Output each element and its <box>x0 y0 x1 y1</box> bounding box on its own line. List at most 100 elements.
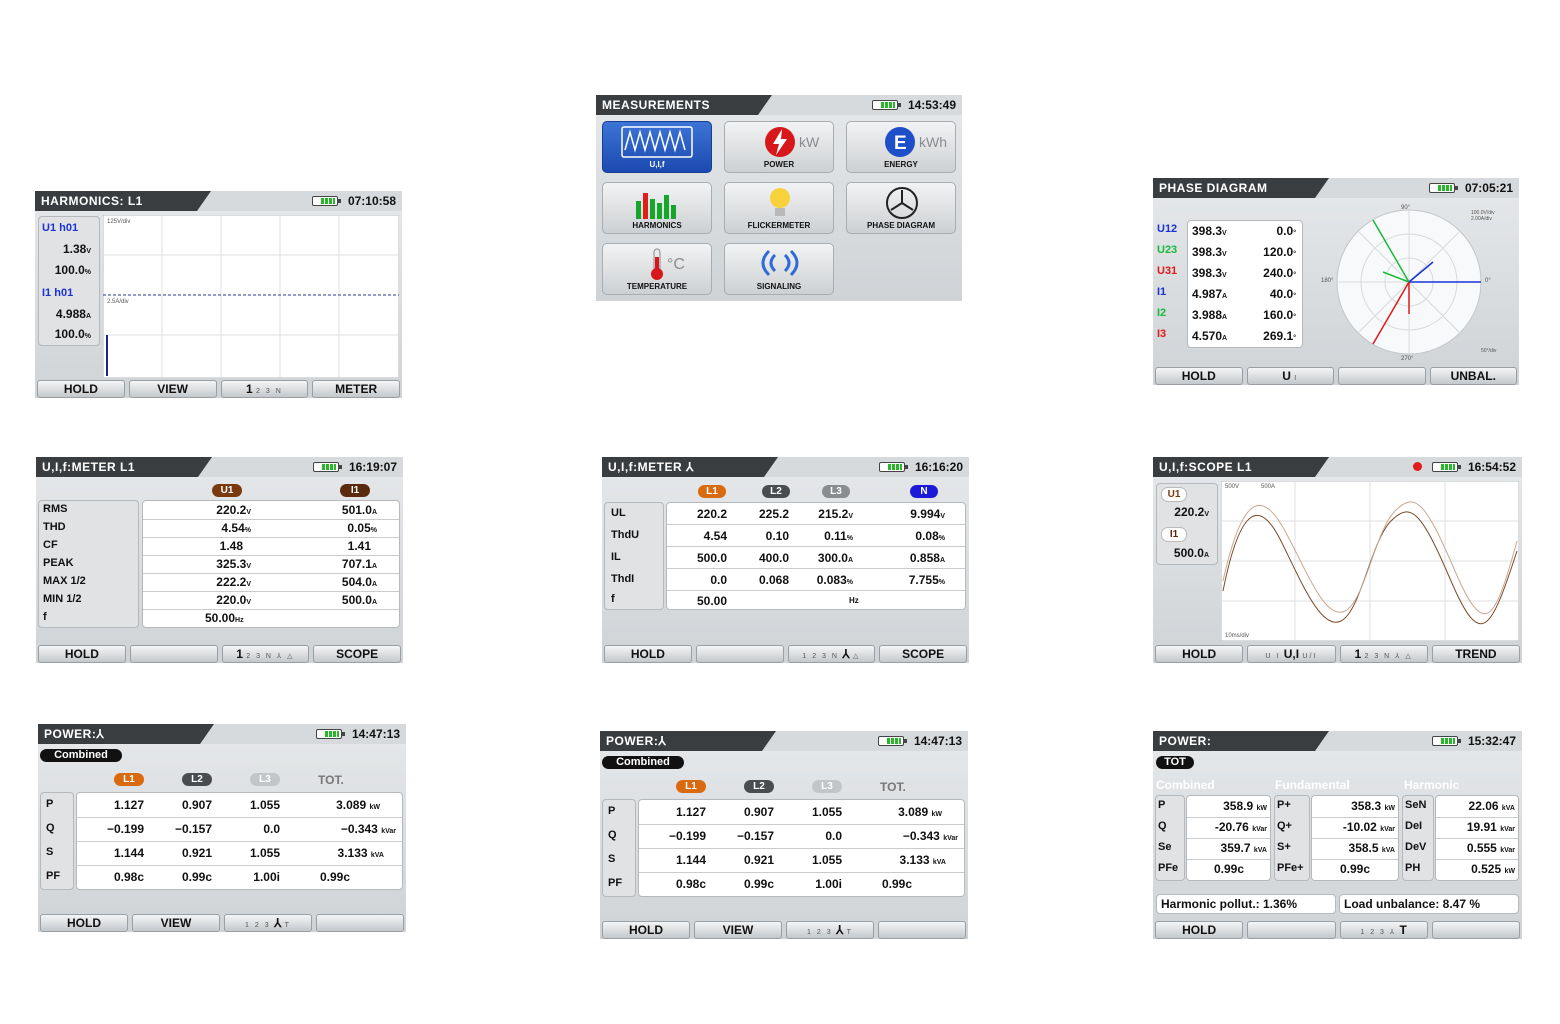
battery-icon <box>1432 462 1461 472</box>
empty-button[interactable] <box>1247 921 1336 939</box>
values-panel: 220.2 225.2 215.2V 9.994V 4.54 0.10 0.11… <box>666 502 966 610</box>
phase-select-button[interactable]: 1 2 3 ⅄ T <box>786 921 874 939</box>
empty-button[interactable] <box>695 645 784 663</box>
svg-text:E: E <box>894 133 907 154</box>
tile-flickermeter[interactable]: FLICKERMETER <box>724 182 834 234</box>
i-value: 500.0A <box>1173 546 1209 560</box>
phase-row-name: I2 <box>1157 307 1167 319</box>
tile-temperature[interactable]: °C TEMPERATURE <box>602 243 712 295</box>
tile-uif[interactable]: U,I,f <box>602 121 712 173</box>
empty-button[interactable] <box>878 921 966 939</box>
l3-value: 215.2V <box>818 507 853 521</box>
phase-select-button[interactable]: 1 2 3 N <box>220 380 309 398</box>
hold-button[interactable]: HOLD <box>38 645 126 663</box>
row-name: Se <box>1158 841 1172 853</box>
phase-select-button[interactable]: 1 2 3 N ⅄ △ <box>1339 645 1428 663</box>
phase-value: 398.3V <box>1192 245 1227 259</box>
row-name: P <box>46 798 54 810</box>
hold-button[interactable]: HOLD <box>1155 645 1244 663</box>
tile-harmonics[interactable]: HARMONICS <box>602 182 712 234</box>
tile-phase-diagram[interactable]: PHASE DIAGRAM <box>846 182 956 234</box>
tile-signaling[interactable]: SIGNALING <box>724 243 834 295</box>
header-bar: U,I,f:METER ⅄ 16:16:20 <box>602 457 969 477</box>
n-value: 0.08% <box>915 529 945 543</box>
harmonics-bars-icon <box>636 193 676 219</box>
empty-button[interactable] <box>1338 367 1426 385</box>
i-harmonic-value: 4.988A <box>55 307 91 321</box>
phase-select-button[interactable]: 1 2 3 ⅄ T <box>224 914 312 932</box>
phase-select-button[interactable]: 1 2 3 ⅄ T <box>1339 921 1428 939</box>
meter-3phase-screen: U,I,f:METER ⅄ 16:16:20 L1 L2 L3 N UL Thd… <box>602 457 969 663</box>
hold-button[interactable]: HOLD <box>1155 367 1243 385</box>
phase-select-button[interactable]: 1 2 3 N ⅄ △ <box>787 645 876 663</box>
trend-button[interactable]: TREND <box>1431 645 1520 663</box>
i-value: 0.05% <box>347 521 377 535</box>
empty-button[interactable] <box>316 914 404 932</box>
l3-value: 0.0 <box>263 822 280 836</box>
row-name: PFe <box>1158 862 1179 874</box>
header-bar: MEASUREMENTS 14:53:49 <box>596 95 962 115</box>
scope-button[interactable]: SCOPE <box>313 645 401 663</box>
phase-angle: 160.0° <box>1263 308 1296 322</box>
record-indicator-icon <box>1413 462 1422 471</box>
hold-button[interactable]: HOLD <box>604 645 692 663</box>
n-value: 0.858A <box>909 551 945 565</box>
row-name: f <box>43 611 47 623</box>
tile-label: TEMPERATURE <box>626 282 688 291</box>
harmonic-value: 22.06 kVA <box>1468 799 1515 813</box>
hold-button[interactable]: HOLD <box>602 921 690 939</box>
time-scale-label: 10ms/div <box>1225 633 1249 639</box>
phase-select-button[interactable]: 1 2 3 N ⅄ △ <box>221 645 310 663</box>
view-button[interactable]: VIEW <box>132 914 220 932</box>
phase-angle: 240.0° <box>1263 266 1296 280</box>
row-name: PEAK <box>43 557 74 569</box>
i-harmonic-label: I1 h01 <box>42 287 74 299</box>
view-button[interactable]: VIEW <box>694 921 782 939</box>
power-screen-1: POWER:⅄ 14:47:13 Combined L1 L2 L3 TOT. … <box>38 724 406 932</box>
empty-button[interactable] <box>129 645 218 663</box>
hold-button[interactable]: HOLD <box>1155 921 1244 939</box>
tile-power[interactable]: kW POWER <box>724 121 834 173</box>
l1-value: 1.144 <box>675 853 706 867</box>
l3-value: 0.083% <box>816 573 853 587</box>
u-harmonic-label: U1 h01 <box>42 222 79 234</box>
hold-button[interactable]: HOLD <box>37 380 125 398</box>
phase-value: 4.570A <box>1192 329 1228 343</box>
total-header: TOT. <box>880 780 906 794</box>
battery-icon <box>316 729 345 739</box>
header-bar: PHASE DIAGRAM 07:05:21 <box>1153 178 1519 198</box>
row-name: ThdU <box>611 529 640 541</box>
fundamental-value: 0.99c <box>1339 862 1370 876</box>
u-i-select-button[interactable]: U I <box>1246 367 1334 385</box>
l3-value: 1.055 <box>811 805 842 819</box>
l1-value: 4.54 <box>703 529 727 543</box>
scope-button[interactable]: SCOPE <box>879 645 967 663</box>
tile-energy[interactable]: E kWh ENERGY <box>846 121 956 173</box>
view-button[interactable]: VIEW <box>128 380 217 398</box>
i1-badge: I1 <box>1161 527 1187 542</box>
signal-select-button[interactable]: U I U,I U/I <box>1247 645 1336 663</box>
harmonic-value: 0.555 kVar <box>1466 841 1515 855</box>
total-value: 0.99c <box>319 870 350 884</box>
combined-badge: Combined <box>40 749 122 762</box>
unbalance-button[interactable]: UNBAL. <box>1429 367 1517 385</box>
harmonic-values: 22.06 kVA 19.91 kVar 0.555 kVar 0.525 kW <box>1435 795 1519 881</box>
row-name: PH <box>1405 862 1421 874</box>
phase-value: 398.3V <box>1192 224 1227 238</box>
footer-bar: HOLD 1 2 3 N ⅄ △ SCOPE <box>38 645 401 663</box>
clock: 14:47:13 <box>913 734 962 748</box>
l2-header-badge: L2 <box>744 780 774 793</box>
hold-button[interactable]: HOLD <box>40 914 128 932</box>
row-name: Q+ <box>1277 820 1292 832</box>
meter-button[interactable]: METER <box>312 380 400 398</box>
l1-value: −0.199 <box>106 822 144 836</box>
l3-value: 1.00i <box>815 877 842 891</box>
empty-button[interactable] <box>1431 921 1520 939</box>
axis-label-top: 90° <box>1401 205 1411 211</box>
screen-title: PHASE DIAGRAM <box>1153 178 1329 198</box>
row-name: Q <box>46 822 55 834</box>
combined-value: 0.99c <box>1213 862 1244 876</box>
row-names-panel: P Q S PF <box>40 792 74 890</box>
fundamental-value: 358.3 kW <box>1351 799 1395 813</box>
l2-value: 0.068 <box>758 573 789 587</box>
